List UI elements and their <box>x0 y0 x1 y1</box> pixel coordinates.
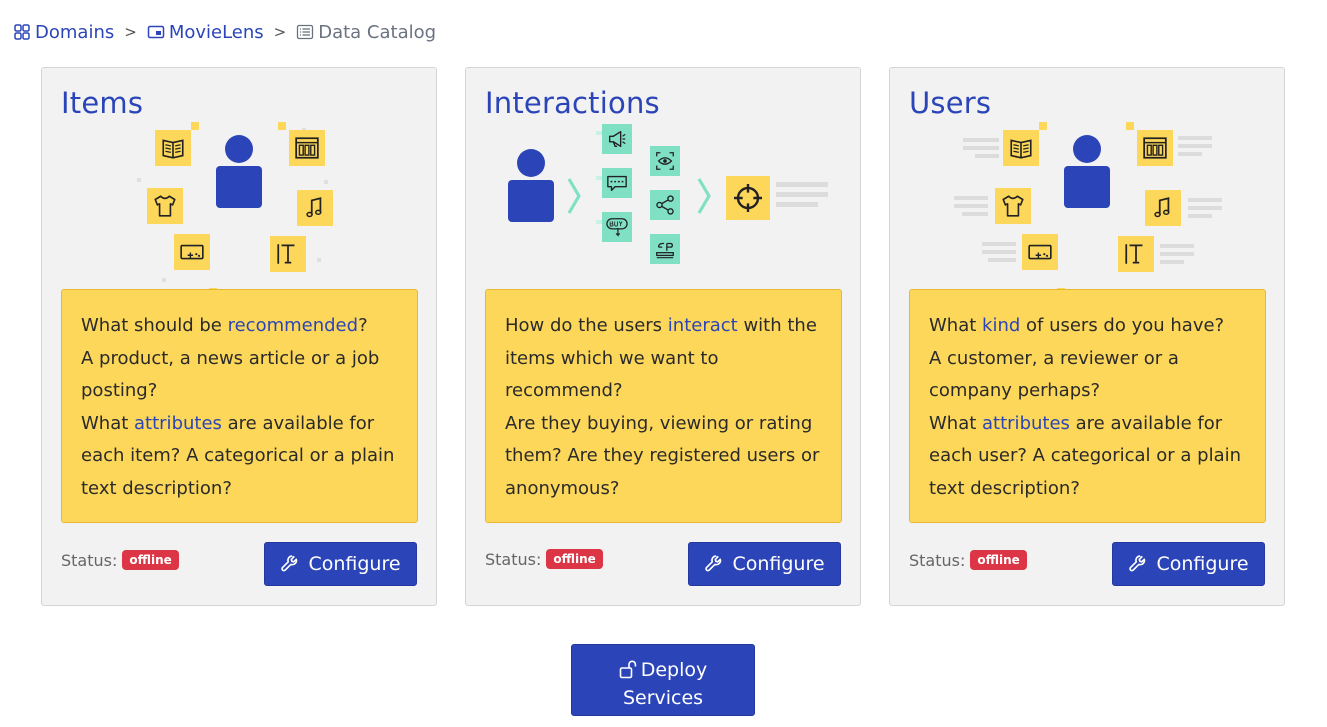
items-description: What should be recommended? A product, a… <box>61 289 418 523</box>
users-description: What kind of users do you have? A custom… <box>909 289 1266 523</box>
button-label: Configure <box>308 553 401 575</box>
unlock-icon <box>619 660 636 679</box>
chevron-right-icon <box>567 177 581 215</box>
breadcrumb-label: Data Catalog <box>318 21 437 43</box>
highlight-term: interact <box>667 315 738 336</box>
breadcrumb-movielens[interactable]: MovieLens <box>147 22 264 43</box>
status: Status: offline <box>61 550 179 570</box>
breadcrumb: Domains > MovieLens > Data Catalog <box>13 20 436 44</box>
button-label: Configure <box>732 553 825 575</box>
status-badge: offline <box>970 550 1027 570</box>
window-icon <box>147 25 165 39</box>
description-line: A customer, a reviewer or a company perh… <box>929 343 1246 408</box>
highlight-term: attributes <box>982 412 1070 434</box>
text-segment: A customer, a reviewer or a company perh… <box>929 347 1179 402</box>
text-segment: What <box>929 315 983 336</box>
card-title: Interactions <box>485 86 660 120</box>
description-line: Are they buying, viewing or rating them?… <box>505 408 822 506</box>
status: Status: offline <box>909 550 1027 570</box>
deploy-services-button[interactable]: Deploy Services <box>571 644 755 716</box>
text-segment: of users do you have? <box>1020 315 1225 336</box>
breadcrumb-data-catalog: Data Catalog <box>296 22 436 43</box>
description-line: How do the users interact with the items… <box>505 310 822 408</box>
breadcrumb-separator: > <box>273 23 287 41</box>
deploy-label-line1: Deploy <box>640 659 708 681</box>
configure-interactions-button[interactable]: Configure <box>688 542 841 586</box>
breadcrumb-separator: > <box>124 23 137 41</box>
deploy-label-line2: Services <box>622 687 704 709</box>
status-label: Status: <box>61 550 118 570</box>
highlight-term: attributes <box>134 412 222 434</box>
wrench-icon <box>281 555 298 572</box>
grid-icon <box>14 24 30 40</box>
wrench-icon <box>705 555 722 572</box>
button-label: Configure <box>1156 553 1249 575</box>
breadcrumb-domains[interactable]: Domains <box>13 22 114 43</box>
text-segment: Are they buying, viewing or rating them?… <box>505 412 820 499</box>
person-icon <box>1064 135 1110 208</box>
status: Status: offline <box>485 549 603 569</box>
configure-users-button[interactable]: Configure <box>1112 542 1265 586</box>
description-line: A product, a news article or a job posti… <box>81 343 398 408</box>
configure-items-button[interactable]: Configure <box>264 542 417 586</box>
description-line: What should be recommended? <box>81 310 398 343</box>
person-icon <box>508 149 554 222</box>
chevron-right-icon <box>697 177 711 215</box>
wrench-icon <box>1129 555 1146 572</box>
card-title: Items <box>61 86 144 120</box>
text-segment: ? <box>358 315 368 336</box>
description-line: What attributes are available for each i… <box>81 408 398 506</box>
description-line: What kind of users do you have? <box>929 310 1246 343</box>
interactions-description: How do the users interact with the items… <box>485 289 842 523</box>
highlight-term: kind <box>982 315 1021 336</box>
status-badge: offline <box>546 549 603 569</box>
text-segment: What <box>81 412 135 434</box>
text-segment: What should be <box>81 315 228 336</box>
status-label: Status: <box>909 550 966 570</box>
list-icon <box>297 24 314 40</box>
interactions-card: Interactions How do the users interact w… <box>465 67 861 606</box>
text-segment: How do the users <box>505 315 668 336</box>
description-line: What attributes are available for each u… <box>929 408 1246 506</box>
highlight-term: recommended <box>227 315 359 336</box>
items-card: Items What should be recommended? A prod… <box>41 67 437 606</box>
breadcrumb-label: MovieLens <box>168 21 264 43</box>
breadcrumb-label: Domains <box>35 21 115 43</box>
card-title: Users <box>909 86 992 120</box>
text-segment: A product, a news article or a job posti… <box>81 347 380 402</box>
status-label: Status: <box>485 549 542 569</box>
users-card: Users What kind of users do you have? A … <box>889 67 1285 606</box>
text-segment: What <box>929 412 983 434</box>
status-badge: offline <box>122 550 179 570</box>
person-icon <box>216 135 262 208</box>
